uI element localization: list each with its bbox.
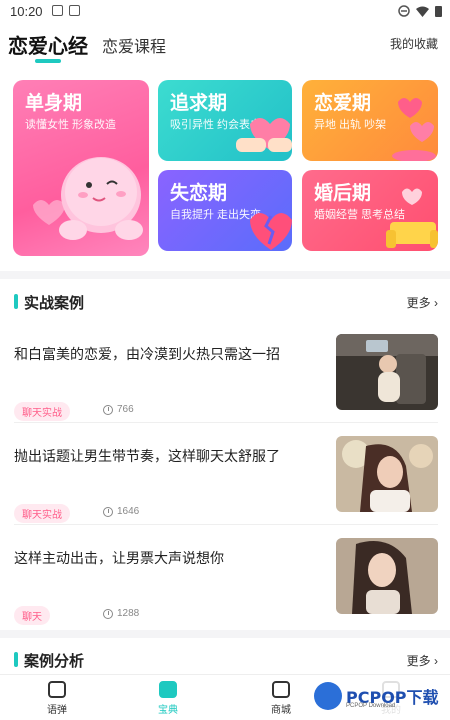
more-link-cases[interactable]: 更多 ›: [407, 294, 438, 311]
card-married[interactable]: 婚后期 婚姻经营 思考总结: [302, 170, 438, 251]
watermark: PCPOP下载 PCPOP Download: [312, 678, 450, 714]
hearts-icon: [392, 98, 436, 161]
list-separator: [14, 524, 438, 525]
status-bar: 10:20: [0, 0, 450, 24]
section-title-cases: 实战案例: [14, 292, 84, 313]
view-count: 766: [117, 404, 134, 415]
tab-love-course[interactable]: 恋爱课程: [102, 33, 166, 57]
tab-baodian[interactable]: 宝典: [138, 681, 198, 716]
clock-icon: [103, 404, 113, 415]
section-divider: [0, 630, 450, 638]
article-item[interactable]: 和白富美的恋爱，由冷漠到火热只需这一招 聊天实战 766: [0, 334, 450, 434]
article-title: 这样主动出击，让男票大声说想你: [14, 550, 224, 566]
clock-icon: [103, 506, 113, 517]
wifi-icon: [416, 6, 429, 17]
article-item[interactable]: 这样主动出击，让男票大声说想你 聊天 1288: [0, 538, 450, 638]
more-link-analysis[interactable]: 更多 ›: [407, 652, 438, 669]
tab-label: 语弹: [47, 705, 67, 716]
article-thumbnail: [336, 538, 438, 614]
article-tag: 聊天: [14, 606, 50, 625]
article-thumbnail: [336, 436, 438, 512]
article-tag: 聊天实战: [14, 402, 70, 421]
chat-bubble-icon: [48, 681, 66, 698]
article-tag: 聊天实战: [14, 504, 70, 523]
article-title: 和白富美的恋爱，由冷漠到火热只需这一招: [14, 346, 280, 362]
tab-yudan[interactable]: 语弹: [27, 681, 87, 716]
card-love[interactable]: 恋爱期 异地 出轨 吵架: [302, 80, 438, 161]
view-count: 1646: [117, 506, 140, 517]
pcpop-logo-icon: [314, 682, 342, 710]
heart-hands-icon: [236, 118, 292, 152]
text-icon: [69, 5, 80, 16]
article-item[interactable]: 抛出话题让男生带节奏，这样聊天太舒服了 聊天实战 1646: [0, 436, 450, 536]
card-pursuit[interactable]: 追求期 吸引异性 约会表白: [158, 80, 292, 161]
tab-love-guide[interactable]: 恋爱心经: [8, 30, 88, 59]
favorites-link[interactable]: 我的收藏: [390, 35, 438, 52]
card-single[interactable]: 单身期 读懂女性 形象改造: [13, 80, 149, 256]
section-title-analysis: 案例分析: [14, 650, 84, 671]
shopping-bag-icon: [272, 681, 290, 698]
broken-heart-icon: [250, 213, 292, 250]
dnd-icon: [398, 5, 410, 17]
watermark-sub: PCPOP Download: [346, 703, 396, 709]
clock-icon: [103, 608, 113, 619]
tab-shop[interactable]: 商城: [251, 681, 311, 716]
section-divider: [0, 271, 450, 279]
image-icon: [52, 5, 63, 16]
tab-indicator: [35, 59, 61, 63]
sofa-icon: [386, 188, 438, 248]
article-views: 1646: [103, 506, 139, 517]
status-time: 10:20: [10, 4, 43, 19]
article-views: 766: [103, 404, 134, 415]
battery-icon: [435, 6, 442, 17]
tab-label: 宝典: [158, 705, 178, 716]
tab-label: 商城: [271, 705, 291, 716]
card-breakup[interactable]: 失恋期 自我提升 走出失恋: [158, 170, 292, 251]
view-count: 1288: [117, 608, 140, 619]
article-thumbnail: [336, 334, 438, 410]
article-title: 抛出话题让男生带节奏，这样聊天太舒服了: [14, 448, 280, 464]
top-header: 恋爱心经 恋爱课程 我的收藏: [0, 26, 450, 66]
article-views: 1288: [103, 608, 139, 619]
list-separator: [14, 422, 438, 423]
pink-mascot-icon: [33, 157, 143, 240]
book-icon: [159, 681, 177, 698]
